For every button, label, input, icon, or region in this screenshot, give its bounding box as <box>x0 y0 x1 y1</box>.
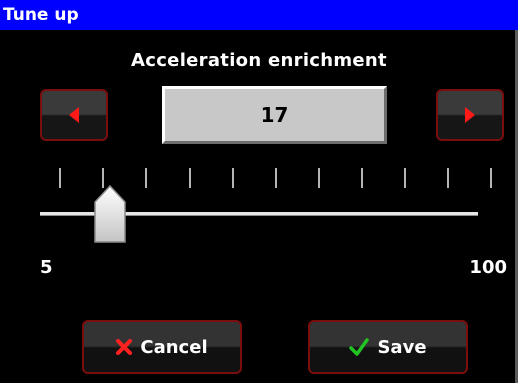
slider-tick <box>447 168 449 188</box>
slider-tick <box>490 168 492 188</box>
cancel-button[interactable]: Cancel <box>82 320 242 374</box>
slider-thumb[interactable] <box>93 184 127 244</box>
slider-tick <box>404 168 406 188</box>
checkmark-icon <box>349 338 370 356</box>
slider-max-label: 100 <box>469 257 507 278</box>
window-title: Tune up <box>0 0 518 30</box>
slider-ticks <box>0 168 518 190</box>
save-button[interactable]: Save <box>308 320 468 374</box>
setting-name: Acceleration enrichment <box>131 50 387 71</box>
tune-up-window: Tune up Acceleration enrichment 17 5 100 <box>0 0 518 383</box>
slider-tick <box>232 168 234 188</box>
slider-tick <box>361 168 363 188</box>
save-label: Save <box>377 336 427 358</box>
value-display: 17 <box>162 86 387 144</box>
decrease-button[interactable] <box>40 89 108 141</box>
x-mark-icon <box>116 339 133 355</box>
right-triangle-icon <box>465 107 475 123</box>
slider-tick <box>59 168 61 188</box>
slider-tick <box>318 168 320 188</box>
slider-tick <box>189 168 191 188</box>
slider-tick <box>145 168 147 188</box>
cancel-label: Cancel <box>140 336 208 358</box>
slider-min-label: 5 <box>40 257 53 278</box>
increase-button[interactable] <box>436 89 504 141</box>
left-triangle-icon <box>69 107 79 123</box>
slider-tick <box>275 168 277 188</box>
